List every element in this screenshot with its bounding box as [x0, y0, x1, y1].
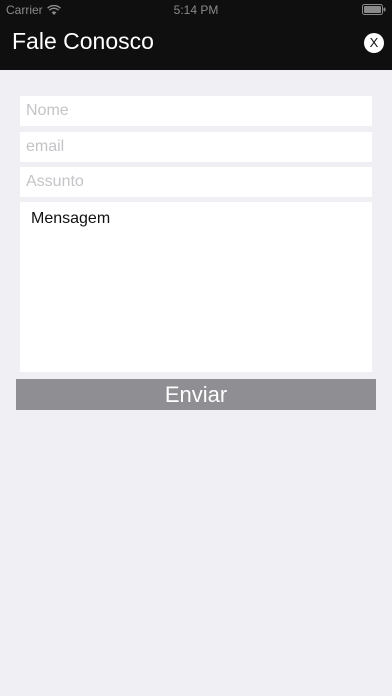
- status-bar: Carrier 5:14 PM: [0, 0, 392, 20]
- subject-field[interactable]: [20, 167, 372, 197]
- battery-icon: [362, 4, 386, 15]
- message-textarea[interactable]: Mensagem: [20, 202, 372, 372]
- close-button[interactable]: X: [364, 33, 384, 53]
- header-bar: Carrier 5:14 PM Fale Conosco X: [0, 0, 392, 70]
- page-title: Fale Conosco: [12, 28, 154, 54]
- status-time: 5:14 PM: [173, 3, 219, 17]
- email-field[interactable]: [20, 132, 372, 162]
- close-icon: X: [369, 35, 379, 50]
- name-field[interactable]: [20, 96, 372, 126]
- send-button[interactable]: Enviar: [16, 379, 376, 410]
